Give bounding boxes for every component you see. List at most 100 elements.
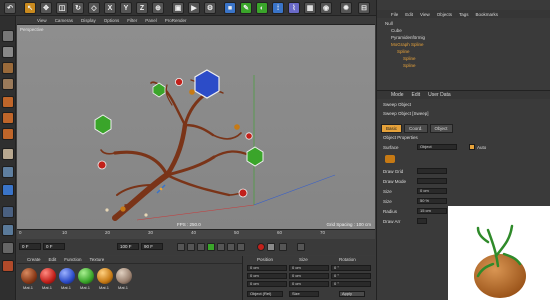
- camera-icon[interactable]: ◉: [320, 2, 332, 14]
- position-x-field[interactable]: 0 cm: [247, 265, 287, 271]
- coordinate-system-icon[interactable]: ⊕: [152, 2, 164, 14]
- render-view-icon[interactable]: ▣: [172, 2, 184, 14]
- texture-mode-icon[interactable]: [2, 62, 14, 74]
- draw-arr-checkbox[interactable]: [417, 218, 427, 224]
- object-row-selected[interactable]: MoGraph Spline: [385, 41, 545, 48]
- size-mode-dropdown[interactable]: Size: [289, 291, 319, 297]
- position-y-field[interactable]: 0 cm: [247, 273, 287, 279]
- tab-basic[interactable]: Basic: [381, 124, 403, 133]
- object-menu-file[interactable]: File: [391, 12, 398, 17]
- polygons-mode-icon[interactable]: [2, 128, 14, 140]
- timeline-settings-icon[interactable]: [297, 243, 305, 251]
- recent-tool-icon[interactable]: ◇: [88, 2, 100, 14]
- object-row[interactable]: Cube: [385, 27, 545, 34]
- make-editable-icon[interactable]: [2, 30, 14, 42]
- material-swatch[interactable]: [59, 268, 75, 284]
- autokey-icon[interactable]: [267, 243, 275, 251]
- size-y-field[interactable]: 0 cm: [289, 273, 329, 279]
- model-mode-icon[interactable]: [2, 46, 14, 58]
- material-menu-edit[interactable]: Edit: [49, 257, 57, 262]
- render-settings-icon[interactable]: ⚙: [204, 2, 216, 14]
- render-icon[interactable]: ▶: [188, 2, 200, 14]
- scale-icon[interactable]: ◫: [56, 2, 68, 14]
- next-frame-icon[interactable]: [217, 243, 225, 251]
- material-menu-texture[interactable]: Texture: [90, 257, 105, 262]
- previous-frame-icon[interactable]: [197, 243, 205, 251]
- attr-menu-edit[interactable]: Edit: [412, 92, 421, 98]
- workplane-icon[interactable]: [2, 78, 14, 90]
- locking-icon[interactable]: [2, 206, 14, 218]
- edges-mode-icon[interactable]: [2, 112, 14, 124]
- play-icon[interactable]: [207, 243, 215, 251]
- radius-field[interactable]: 15 cm: [417, 208, 447, 214]
- array-icon[interactable]: ⁞: [272, 2, 284, 14]
- size-z-field[interactable]: 0 cm: [289, 281, 329, 287]
- attr-menu-user-data[interactable]: User Data: [428, 92, 451, 98]
- paint-icon[interactable]: [2, 260, 14, 272]
- attr-menu-mode[interactable]: Mode: [391, 92, 404, 98]
- draw-mode-field[interactable]: [417, 178, 447, 184]
- points-mode-icon[interactable]: [2, 96, 14, 108]
- previous-key-icon[interactable]: [187, 243, 195, 251]
- material-swatch[interactable]: [40, 268, 56, 284]
- sculpt-icon[interactable]: [2, 242, 14, 254]
- object-row[interactable]: Pyramidenförmig: [385, 34, 545, 41]
- axis-mode-icon[interactable]: [2, 148, 14, 160]
- apply-button[interactable]: Apply: [339, 291, 365, 297]
- material-swatch[interactable]: [97, 268, 113, 284]
- tab-coord[interactable]: Coord.: [404, 124, 428, 133]
- viewport-menu-display[interactable]: Display: [81, 18, 96, 23]
- viewport-menu-panel[interactable]: Panel: [145, 18, 157, 23]
- layout-icon[interactable]: ⊟: [358, 2, 370, 14]
- undo-icon[interactable]: ↶: [4, 2, 16, 14]
- start-frame-field[interactable]: 0 F: [19, 243, 41, 250]
- coordinate-mode-dropdown[interactable]: Object (Rel): [247, 291, 283, 297]
- perspective-viewport[interactable]: Perspective FPS: 250.0 Grid Spacing: 1…: [17, 25, 375, 229]
- viewport-menu-prorender[interactable]: ProRender: [165, 18, 187, 23]
- rotation-h-field[interactable]: 0 °: [331, 265, 371, 271]
- draw-grid-field[interactable]: [417, 168, 447, 174]
- light-icon[interactable]: ✹: [340, 2, 352, 14]
- fps-field[interactable]: 100 F: [117, 243, 139, 250]
- scene-icon[interactable]: ▦: [304, 2, 316, 14]
- nurbs-icon[interactable]: ◐: [256, 2, 268, 14]
- viewport-menu-cameras[interactable]: Cameras: [55, 18, 73, 23]
- position-z-field[interactable]: 0 cm: [247, 281, 287, 287]
- object-menu-bookmarks[interactable]: Bookmarks: [476, 12, 499, 17]
- object-menu-view[interactable]: View: [420, 12, 430, 17]
- material-swatch[interactable]: [78, 268, 94, 284]
- object-row[interactable]: Spline: [385, 62, 545, 69]
- object-menu-edit[interactable]: Edit: [405, 12, 413, 17]
- object-row[interactable]: Null: [385, 20, 545, 27]
- object-row[interactable]: Spline: [385, 55, 545, 62]
- keyframe-selection-icon[interactable]: [279, 243, 287, 251]
- z-axis-icon[interactable]: Z: [136, 2, 148, 14]
- viewport-menu-filter[interactable]: Filter: [127, 18, 137, 23]
- rotation-p-field[interactable]: 0 °: [331, 273, 371, 279]
- tab-object[interactable]: Object: [429, 124, 453, 133]
- material-swatch[interactable]: [116, 268, 132, 284]
- solo-icon[interactable]: [2, 224, 14, 236]
- material-menu-create[interactable]: Create: [27, 257, 41, 262]
- size-percent-field[interactable]: 50 %: [417, 198, 447, 204]
- object-menu-tags[interactable]: Tags: [459, 12, 469, 17]
- record-icon[interactable]: [257, 243, 265, 251]
- auto-checkbox[interactable]: [469, 144, 475, 150]
- next-key-icon[interactable]: [227, 243, 235, 251]
- rotation-b-field[interactable]: 0 °: [331, 281, 371, 287]
- viewport-menu-options[interactable]: Options: [104, 18, 120, 23]
- go-to-start-icon[interactable]: [177, 243, 185, 251]
- size-x-field[interactable]: 0 cm: [289, 265, 329, 271]
- surface-dropdown[interactable]: Object: [417, 144, 457, 150]
- move-icon[interactable]: ✥: [40, 2, 52, 14]
- snap-icon[interactable]: [2, 184, 14, 196]
- material-swatch[interactable]: [21, 268, 37, 284]
- tweak-mode-icon[interactable]: [2, 166, 14, 178]
- object-menu-objects[interactable]: Objects: [437, 12, 452, 17]
- go-to-end-icon[interactable]: [237, 243, 245, 251]
- cube-icon[interactable]: ■: [224, 2, 236, 14]
- object-row[interactable]: Spline: [385, 48, 545, 55]
- material-menu-function[interactable]: Function: [64, 257, 81, 262]
- y-axis-icon[interactable]: Y: [120, 2, 132, 14]
- spline-pen-icon[interactable]: ✎: [240, 2, 252, 14]
